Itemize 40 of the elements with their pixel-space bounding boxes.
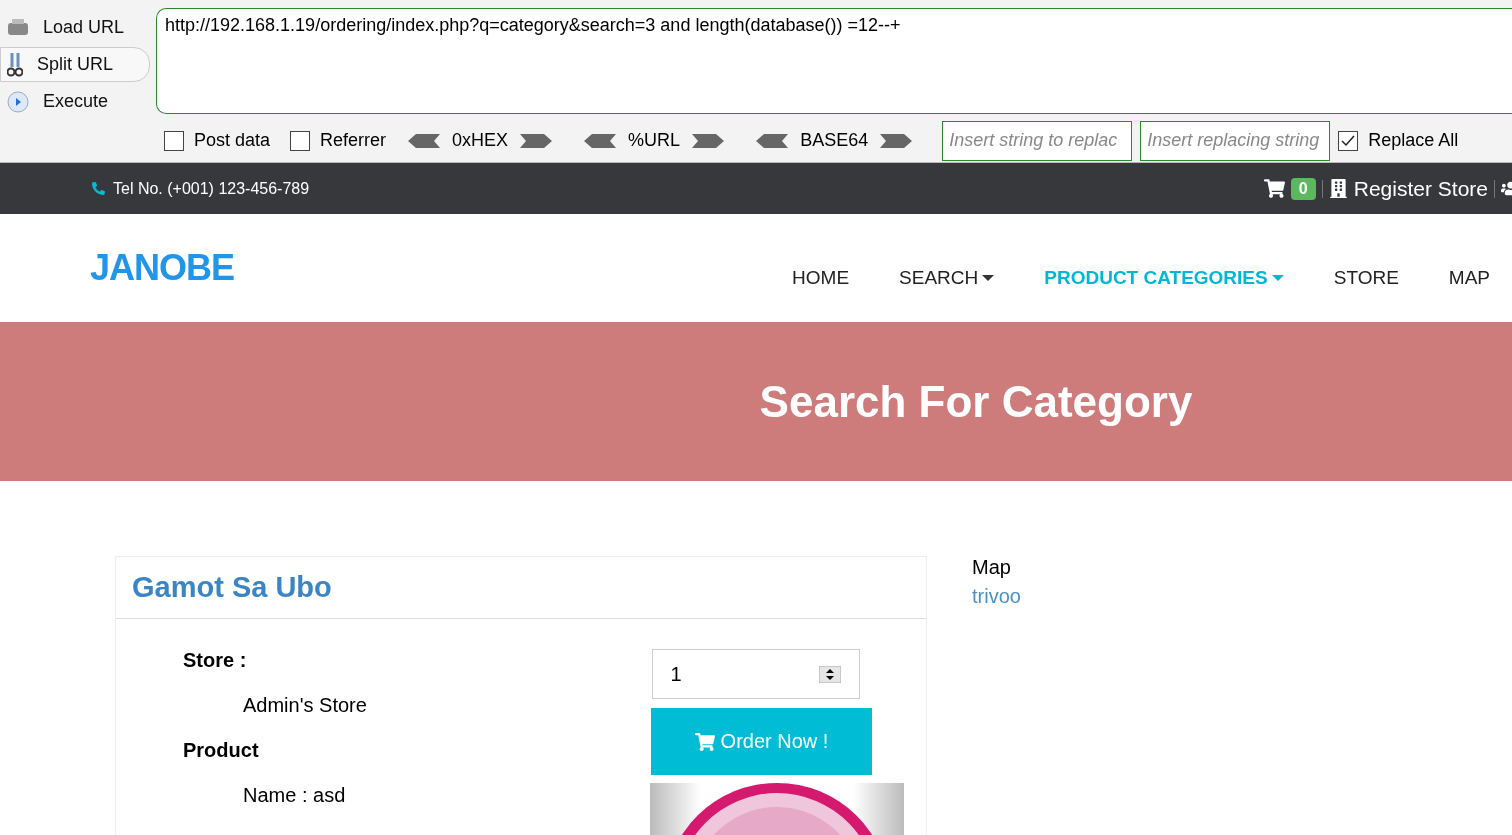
toolbar-action[interactable]: Load URL xyxy=(43,17,125,38)
checkbox-label: Replace All xyxy=(1368,130,1459,151)
replace-field[interactable]: Insert string to replac xyxy=(942,120,1133,161)
sidebar-heading: Map xyxy=(972,556,1012,579)
url-field[interactable]: http://192.168.1.19/ordering/index.php?q=category&search=3 and length(database()) =12--+ xyxy=(156,8,1512,114)
encoder-label: BASE64 xyxy=(800,130,869,151)
left-arrow-icon[interactable] xyxy=(754,131,789,150)
field-label: Store : xyxy=(183,649,248,672)
product-title: Gamot Sa Ubo xyxy=(132,571,332,603)
store-name: Admin's Store xyxy=(242,694,368,717)
phone-icon xyxy=(92,182,105,195)
field-label: Product xyxy=(183,739,260,762)
nav-link[interactable]: MAP xyxy=(1448,267,1490,289)
left-arrow-icon[interactable] xyxy=(582,131,617,150)
spinner-icon[interactable] xyxy=(818,665,841,683)
nav-link[interactable]: SEARCH xyxy=(899,267,995,289)
checkbox-label: Post data xyxy=(194,130,271,151)
banner-title: Search For Category xyxy=(759,376,1193,427)
checkbox[interactable] xyxy=(1338,130,1359,151)
scissors-icon xyxy=(7,51,23,78)
printer-icon xyxy=(7,17,29,38)
cart-icon xyxy=(694,731,715,752)
nav-link[interactable]: STORE xyxy=(1333,267,1399,289)
left-arrow-icon[interactable] xyxy=(406,131,441,150)
phone-number: Tel No. (+001) 123-456-789 xyxy=(113,179,310,198)
cart-count: 0 xyxy=(1290,177,1316,200)
encoder-label: %URL xyxy=(628,130,681,151)
checkbox-label: Referrer xyxy=(320,130,387,151)
checkbox[interactable] xyxy=(164,130,184,151)
product-name: Name : asd xyxy=(242,784,347,807)
checkbox[interactable] xyxy=(290,130,311,151)
building-icon xyxy=(1328,179,1348,198)
quantity-field[interactable]: 1 xyxy=(651,649,860,699)
register-store-link[interactable]: Register Store xyxy=(1353,176,1488,201)
play-icon xyxy=(7,90,29,113)
encoder-label: 0xHEX xyxy=(452,130,509,151)
cart-icon[interactable] xyxy=(1263,178,1285,199)
toolbar-action[interactable]: Execute xyxy=(43,91,109,112)
replacing-field[interactable]: Insert replacing string xyxy=(1140,120,1331,161)
nav-link[interactable]: HOME xyxy=(792,267,850,289)
